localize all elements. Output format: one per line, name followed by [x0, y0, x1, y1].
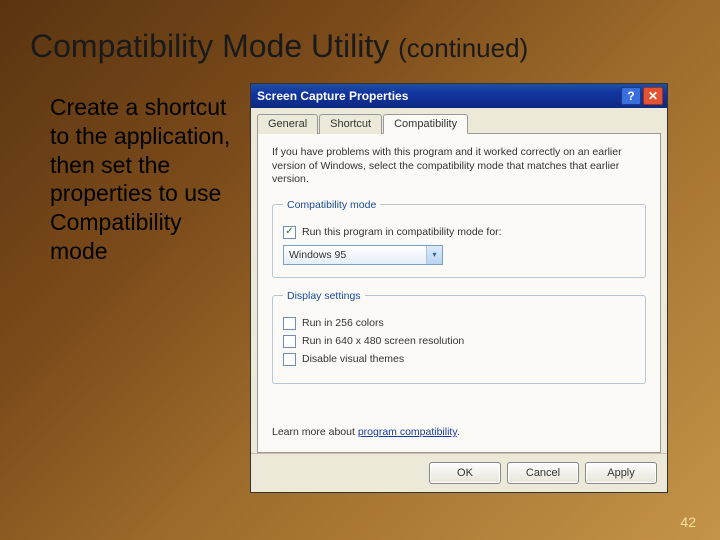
chevron-down-icon[interactable]: ▾	[426, 246, 442, 264]
compat-checkbox-label: Run this program in compatibility mode f…	[302, 226, 502, 238]
group-display-settings: Display settings Run in 256 colors Run i…	[272, 290, 646, 384]
slide-title-continued: (continued)	[398, 33, 528, 63]
tab-general[interactable]: General	[257, 114, 318, 134]
tab-body: If you have problems with this program a…	[257, 133, 661, 453]
tabs-area: General Shortcut Compatibility If you ha…	[251, 108, 667, 453]
slide-title-main: Compatibility Mode Utility	[30, 28, 398, 64]
opt-256-row[interactable]: Run in 256 colors	[283, 317, 635, 330]
group-compatibility-mode: Compatibility mode ✓ Run this program in…	[272, 199, 646, 278]
group-compat-legend: Compatibility mode	[283, 199, 380, 211]
dialog-title: Screen Capture Properties	[255, 89, 619, 103]
intro-text: If you have problems with this program a…	[272, 146, 646, 187]
tabstrip: General Shortcut Compatibility	[257, 114, 661, 134]
compat-checkbox[interactable]: ✓	[283, 226, 296, 239]
learn-prefix: Learn more about	[272, 426, 358, 438]
opt-640-label: Run in 640 x 480 screen resolution	[302, 335, 464, 347]
apply-button[interactable]: Apply	[585, 462, 657, 484]
cancel-button[interactable]: Cancel	[507, 462, 579, 484]
properties-dialog: Screen Capture Properties ? ✕ General Sh…	[250, 83, 668, 493]
opt-256-checkbox[interactable]	[283, 317, 296, 330]
opt-themes-label: Disable visual themes	[302, 353, 404, 365]
content-row: Create a shortcut to the application, th…	[0, 77, 720, 493]
dialog-button-row: OK Cancel Apply	[251, 453, 667, 492]
compat-os-combobox[interactable]: Windows 95 ▾	[283, 245, 443, 265]
learn-link[interactable]: program compatibility	[358, 426, 457, 438]
slide-body-text: Create a shortcut to the application, th…	[50, 83, 240, 493]
tab-compatibility[interactable]: Compatibility	[383, 114, 468, 134]
help-button[interactable]: ?	[621, 87, 641, 105]
ok-button[interactable]: OK	[429, 462, 501, 484]
compat-checkbox-row[interactable]: ✓ Run this program in compatibility mode…	[283, 226, 635, 239]
group-display-legend: Display settings	[283, 290, 365, 302]
opt-themes-row[interactable]: Disable visual themes	[283, 353, 635, 366]
page-number: 42	[680, 514, 696, 530]
opt-640-checkbox[interactable]	[283, 335, 296, 348]
slide-title: Compatibility Mode Utility (continued)	[0, 0, 720, 77]
opt-256-label: Run in 256 colors	[302, 317, 384, 329]
tab-shortcut[interactable]: Shortcut	[319, 114, 382, 134]
learn-suffix: .	[457, 426, 460, 438]
opt-640-row[interactable]: Run in 640 x 480 screen resolution	[283, 335, 635, 348]
combo-value: Windows 95	[284, 249, 426, 261]
close-icon: ✕	[648, 89, 658, 103]
titlebar: Screen Capture Properties ? ✕	[251, 84, 667, 108]
opt-themes-checkbox[interactable]	[283, 353, 296, 366]
close-button[interactable]: ✕	[643, 87, 663, 105]
learn-more: Learn more about program compatibility.	[272, 426, 646, 438]
